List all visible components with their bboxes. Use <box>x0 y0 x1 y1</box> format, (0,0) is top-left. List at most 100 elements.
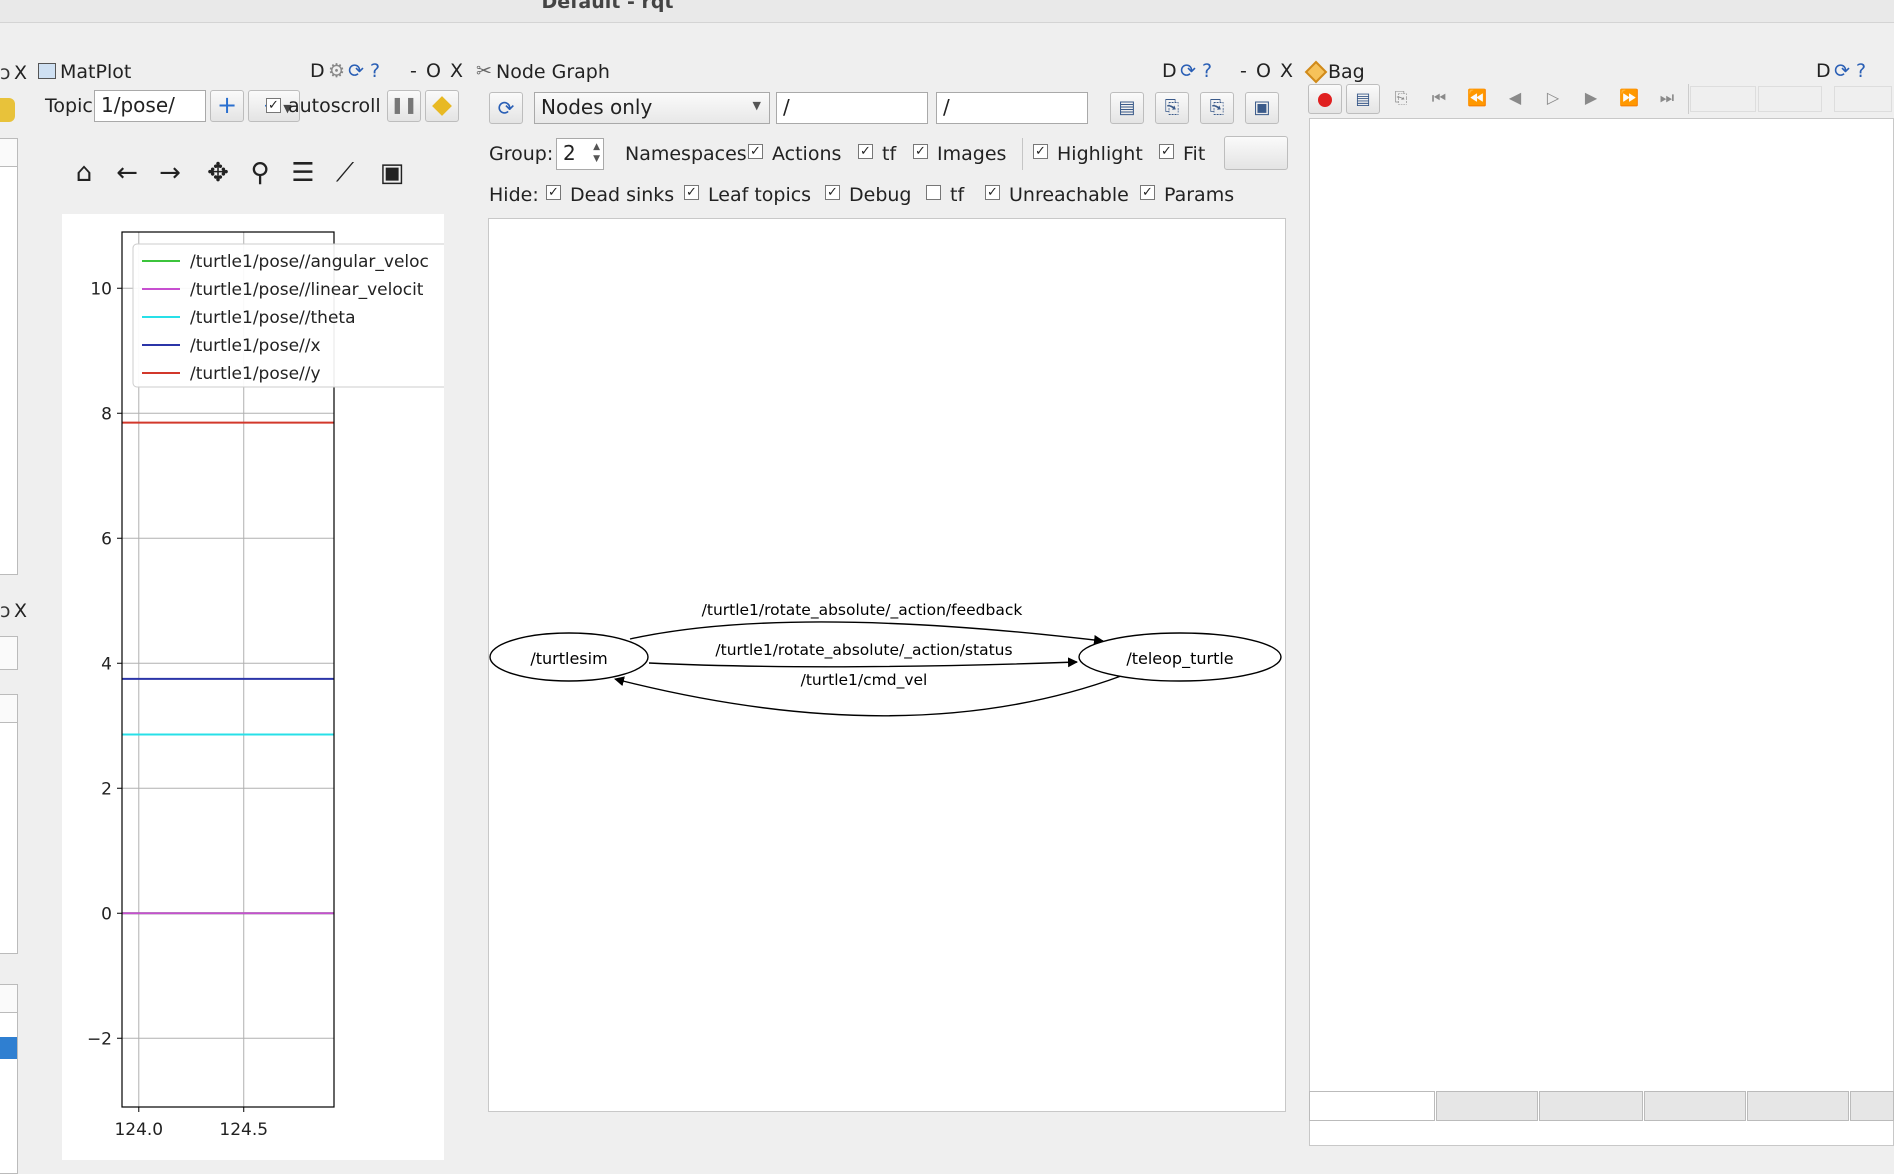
group-value: 2 <box>563 141 576 165</box>
autoscroll-checkbox[interactable]: ✓ <box>266 98 281 113</box>
save-svg-button[interactable]: ⎘ <box>1200 92 1234 124</box>
home-icon[interactable]: ⌂ <box>66 158 102 188</box>
bag-field-1[interactable] <box>1690 86 1756 112</box>
node-graph-dock-button[interactable]: D <box>1162 60 1177 82</box>
topic-label: Topic <box>45 95 93 117</box>
bag-status-cell <box>1436 1091 1538 1121</box>
matplot-close-button[interactable]: X <box>450 60 463 82</box>
node-graph-close-button[interactable]: X <box>1280 60 1293 82</box>
go-end-button[interactable]: ⏭ <box>1650 84 1684 114</box>
left-dock-selected-row[interactable] <box>0 1037 17 1059</box>
node-graph-reload-icon[interactable]: ⟳ <box>1180 60 1196 82</box>
node-graph-help-icon[interactable]: ? <box>1202 60 1212 82</box>
save-bag-button[interactable]: ⎘ <box>1384 84 1418 114</box>
step-forward-button[interactable]: ⏩ <box>1612 84 1646 114</box>
matplot-dock-button[interactable]: D <box>310 60 325 82</box>
bag-status-cell <box>1747 1091 1849 1121</box>
node-filter-input[interactable]: / <box>776 92 928 124</box>
save-dot-button[interactable]: ⎘ <box>1155 92 1189 124</box>
left-dock-close-button-2[interactable]: X <box>14 600 27 622</box>
left-dock-list-2[interactable] <box>0 722 18 954</box>
left-dock-list[interactable] <box>0 166 18 575</box>
matplot-settings-icon[interactable]: ⚙ <box>328 60 345 82</box>
go-begin-button[interactable]: ⏮ <box>1422 84 1456 114</box>
bag-field-3[interactable] <box>1834 86 1892 112</box>
y-tick-label: −2 <box>87 1029 112 1049</box>
node-label-turtlesim: /turtlesim <box>530 649 607 668</box>
left-dock-list-3[interactable] <box>0 1012 18 1174</box>
left-dock-button[interactable] <box>0 636 18 670</box>
edge-status[interactable] <box>648 657 1078 668</box>
images-checkbox[interactable]: ✓ <box>913 144 928 159</box>
hide-tf-checkbox[interactable] <box>926 185 941 200</box>
node-graph-float-button[interactable]: O <box>1256 60 1271 82</box>
clear-button[interactable] <box>425 90 459 122</box>
graph-mode-select[interactable]: Nodes only ▼ <box>534 92 770 124</box>
fit-checkbox[interactable]: ✓ <box>1159 144 1174 159</box>
back-arrow-icon[interactable]: ← <box>109 158 145 188</box>
node-graph-minimize-button[interactable]: - <box>1240 60 1247 82</box>
params-label: Params <box>1164 184 1235 206</box>
pause-button[interactable]: ❚❚ <box>387 90 421 122</box>
left-dock-field[interactable] <box>0 138 18 168</box>
record-button[interactable] <box>1308 84 1342 114</box>
edge-label-status: /turtle1/rotate_absolute/_action/status <box>715 641 1012 660</box>
fit-in-view-button[interactable] <box>1224 136 1288 170</box>
matplot-float-button[interactable]: O <box>426 60 441 82</box>
graph-canvas[interactable]: /turtlesim /teleop_turtle /turtle1/rotat… <box>488 218 1286 1112</box>
refresh-graph-button[interactable]: ⟳ <box>489 92 523 124</box>
unreachable-checkbox[interactable]: ✓ <box>985 185 1000 200</box>
y-tick-label: 8 <box>101 404 112 424</box>
configure-icon[interactable]: ☰ <box>285 158 321 188</box>
spin-arrows-icon[interactable]: ▲ ▼ <box>593 141 600 165</box>
left-dock-field-3[interactable] <box>0 984 18 1014</box>
topic-filter-input[interactable]: / <box>936 92 1088 124</box>
matplot-minimize-button[interactable]: - <box>410 60 417 82</box>
left-dock-o-fragment: ɔ <box>0 62 11 84</box>
matplot-help-icon[interactable]: ? <box>370 60 380 82</box>
x-tick-label: 124.5 <box>219 1120 268 1140</box>
chevron-down-icon: ▼ <box>752 99 761 112</box>
left-dock-field-2[interactable] <box>0 694 18 724</box>
forward-arrow-icon[interactable]: → <box>152 158 188 188</box>
legend-label: /turtle1/pose//y <box>190 364 321 384</box>
debug-checkbox[interactable]: ✓ <box>825 185 840 200</box>
tf-checkbox[interactable]: ✓ <box>858 144 873 159</box>
topic-input[interactable]: 1/pose/ <box>94 90 206 122</box>
leaf-topics-checkbox[interactable]: ✓ <box>684 185 699 200</box>
play-reverse-button[interactable]: ◀ <box>1498 84 1532 114</box>
bag-timeline[interactable] <box>1309 118 1894 1146</box>
highlight-checkbox[interactable]: ✓ <box>1033 144 1048 159</box>
play-button[interactable]: ▷ <box>1536 84 1570 114</box>
save-image-button[interactable]: ▣ <box>1245 92 1279 124</box>
hide-label: Hide: <box>489 184 539 206</box>
bag-field-2[interactable] <box>1758 86 1822 112</box>
zoom-icon[interactable]: ⚲ <box>242 158 278 188</box>
dead-sinks-checkbox[interactable]: ✓ <box>546 185 561 200</box>
left-dock-close-button[interactable]: X <box>14 62 27 84</box>
forward-button[interactable]: ▶ <box>1574 84 1608 114</box>
actions-checkbox[interactable]: ✓ <box>748 144 763 159</box>
load-bag-button[interactable]: ▤ <box>1346 84 1380 114</box>
window-title-bar: Default - rqt <box>0 0 1894 23</box>
plot-canvas[interactable]: 10 8 6 4 2 0 −2 124.0 124.5/turtle1/pose//angula… <box>62 214 454 1160</box>
left-dock-clear-icon[interactable] <box>0 98 15 122</box>
step-back-button[interactable]: ⏪ <box>1460 84 1494 114</box>
bag-dock-button[interactable]: D <box>1816 60 1831 82</box>
edge-feedback[interactable] <box>629 621 1104 645</box>
pan-icon[interactable]: ✥ <box>200 158 236 188</box>
edit-axis-icon[interactable]: ⟋ <box>327 158 363 189</box>
save-icon[interactable]: ▣ <box>374 158 410 188</box>
load-dot-button[interactable]: ▤ <box>1110 92 1144 124</box>
bag-reload-icon[interactable]: ⟳ <box>1834 60 1850 82</box>
edge-label-feedback: /turtle1/rotate_absolute/_action/feedbac… <box>702 601 1023 620</box>
bag-status-cell <box>1644 1091 1746 1121</box>
group-spinbox[interactable]: 2 ▲ ▼ <box>556 138 604 170</box>
matplot-reload-icon[interactable]: ⟳ <box>348 60 364 82</box>
params-checkbox[interactable]: ✓ <box>1140 185 1155 200</box>
node-graph-svg: /turtlesim /teleop_turtle /turtle1/rotat… <box>489 601 1282 717</box>
y-tick-label: 2 <box>101 779 112 799</box>
add-topic-button[interactable]: + <box>210 90 244 122</box>
bag-help-icon[interactable]: ? <box>1856 60 1866 82</box>
bag-title: Bag <box>1328 61 1365 83</box>
